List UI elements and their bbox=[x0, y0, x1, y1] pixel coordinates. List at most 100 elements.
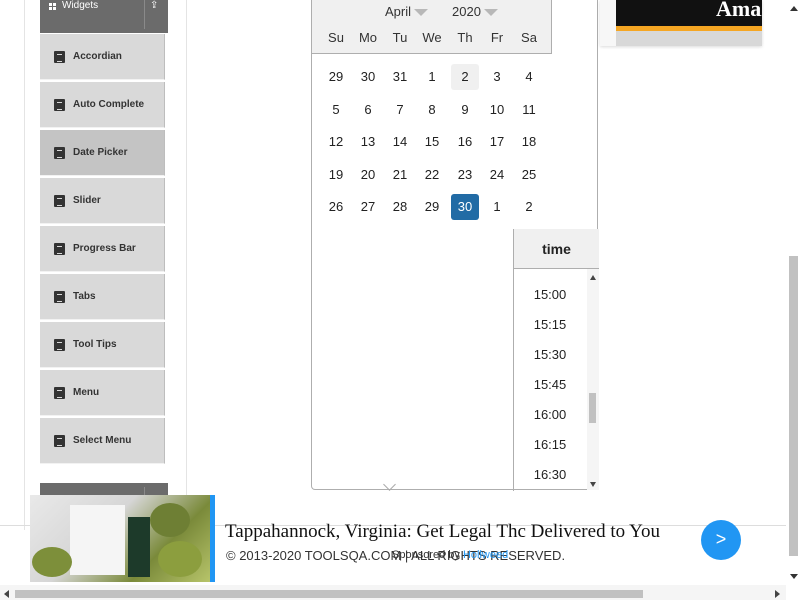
sidebar-item-label: Select Menu bbox=[73, 435, 132, 446]
day-cell[interactable]: 5 bbox=[322, 97, 350, 123]
html5-icon bbox=[54, 435, 65, 447]
time-option[interactable]: 16:00 bbox=[514, 407, 586, 422]
weekday-header: Su bbox=[328, 30, 344, 45]
day-cell[interactable]: 21 bbox=[386, 162, 414, 188]
sidebar-item-select-menu[interactable]: Select Menu bbox=[40, 418, 165, 464]
time-option[interactable]: 15:15 bbox=[514, 317, 586, 332]
time-scroll-thumb[interactable] bbox=[589, 393, 596, 423]
day-cell[interactable]: 19 bbox=[322, 162, 350, 188]
widgets-grid-icon bbox=[49, 3, 56, 10]
scroll-up-icon[interactable] bbox=[790, 6, 798, 11]
page-scroll-thumb[interactable] bbox=[789, 256, 798, 556]
sidebar-item-tool-tips[interactable]: Tool Tips bbox=[40, 322, 165, 368]
time-list-scrollbar[interactable] bbox=[587, 269, 599, 490]
time-header: time bbox=[514, 229, 599, 269]
html5-icon bbox=[54, 147, 65, 159]
day-cell[interactable]: 6 bbox=[354, 97, 382, 123]
sidebar-item-label: Menu bbox=[73, 387, 100, 398]
day-cell[interactable]: 22 bbox=[418, 162, 446, 188]
page-vertical-scrollbar[interactable] bbox=[786, 0, 800, 585]
widgets-group-header[interactable]: Widgets ⇪ bbox=[40, 0, 168, 33]
ad-image-part bbox=[70, 505, 125, 575]
day-cell[interactable]: 11 bbox=[515, 97, 543, 123]
day-cell[interactable]: 26 bbox=[322, 194, 350, 220]
day-cell[interactable]: 31 bbox=[386, 64, 414, 90]
date-picker-header: April 2020 Su Mo Tu We Th Fr Sa bbox=[312, 0, 552, 54]
ad-headline-link[interactable]: Tappahannock, Virginia: Get Legal Thc De… bbox=[225, 521, 660, 543]
ad-banner-fade bbox=[616, 31, 762, 46]
day-cell[interactable]: 28 bbox=[386, 194, 414, 220]
ad-image-part bbox=[158, 541, 202, 577]
page-horizontal-scrollbar[interactable] bbox=[0, 585, 786, 600]
collapse-arrow-icon[interactable]: ⇪ bbox=[150, 0, 158, 11]
day-cell-selected[interactable]: 30 bbox=[451, 194, 479, 220]
html5-icon bbox=[54, 51, 65, 63]
scroll-down-icon[interactable] bbox=[590, 482, 596, 487]
day-cell[interactable]: 7 bbox=[386, 97, 414, 123]
day-cell[interactable]: 10 bbox=[483, 97, 511, 123]
weekday-header: Mo bbox=[358, 30, 378, 45]
month-select[interactable]: April bbox=[385, 4, 429, 19]
weekday-header: Sa bbox=[521, 30, 537, 45]
sidebar-item-progress-bar[interactable]: Progress Bar bbox=[40, 226, 165, 272]
group-header-divider bbox=[144, 0, 145, 29]
day-cell[interactable]: 23 bbox=[451, 162, 479, 188]
sidebar-item-slider[interactable]: Slider bbox=[40, 178, 165, 224]
month-dropdown-caret-icon bbox=[414, 9, 429, 17]
ad-image-part bbox=[150, 503, 190, 537]
day-cell[interactable]: 27 bbox=[354, 194, 382, 220]
day-cell[interactable]: 1 bbox=[483, 194, 511, 220]
weekday-header: Tu bbox=[392, 30, 408, 45]
ad-image-part bbox=[128, 517, 150, 577]
day-cell[interactable]: 18 bbox=[515, 129, 543, 155]
time-option[interactable]: 16:30 bbox=[514, 467, 586, 482]
time-option[interactable]: 16:15 bbox=[514, 437, 586, 452]
day-cell[interactable]: 9 bbox=[451, 97, 479, 123]
sidebar-item-tabs[interactable]: Tabs bbox=[40, 274, 165, 320]
sidebar-item-menu[interactable]: Menu bbox=[40, 370, 165, 416]
weekday-header: Fr bbox=[490, 30, 504, 45]
top-advertisement[interactable]: Amaz bbox=[600, 0, 762, 46]
time-option[interactable]: 15:45 bbox=[514, 377, 586, 392]
day-cell[interactable]: 8 bbox=[418, 97, 446, 123]
html5-icon bbox=[54, 99, 65, 111]
day-cell[interactable]: 16 bbox=[451, 129, 479, 155]
scroll-up-icon[interactable] bbox=[590, 275, 596, 280]
day-cell[interactable]: 12 bbox=[322, 129, 350, 155]
page-hscroll-thumb[interactable] bbox=[15, 590, 643, 598]
day-cell[interactable]: 1 bbox=[418, 64, 446, 90]
sidebar-item-date-picker[interactable]: Date Picker bbox=[40, 130, 165, 176]
ad-product-image[interactable] bbox=[30, 495, 210, 582]
scroll-down-icon[interactable] bbox=[790, 574, 798, 579]
day-cell[interactable]: 20 bbox=[354, 162, 382, 188]
day-cell[interactable]: 14 bbox=[386, 129, 414, 155]
day-cell[interactable]: 15 bbox=[418, 129, 446, 155]
time-option[interactable]: 15:00 bbox=[514, 287, 586, 302]
day-cell[interactable]: 29 bbox=[418, 194, 446, 220]
day-cell[interactable]: 2 bbox=[515, 194, 543, 220]
sidebar-item-label: Tabs bbox=[73, 291, 96, 302]
year-select-value: 2020 bbox=[452, 4, 481, 19]
day-cell[interactable]: 17 bbox=[483, 129, 511, 155]
left-margin bbox=[0, 0, 24, 600]
year-select[interactable]: 2020 bbox=[452, 4, 498, 19]
day-cell[interactable]: 3 bbox=[483, 64, 511, 90]
sidebar-item-label: Auto Complete bbox=[73, 99, 145, 110]
scroll-left-icon[interactable] bbox=[4, 590, 9, 598]
widgets-group-title: Widgets bbox=[62, 0, 99, 11]
time-option[interactable]: 15:30 bbox=[514, 347, 586, 362]
day-cell[interactable]: 24 bbox=[483, 162, 511, 188]
day-cell[interactable]: 4 bbox=[515, 64, 543, 90]
chevron-down-icon[interactable] bbox=[383, 478, 396, 491]
scroll-right-icon[interactable] bbox=[775, 590, 780, 598]
day-cell[interactable]: 30 bbox=[354, 64, 382, 90]
sidebar-item-auto-complete[interactable]: Auto Complete bbox=[40, 82, 165, 128]
day-cell[interactable]: 13 bbox=[354, 129, 382, 155]
sidebar-item-accordian[interactable]: Accordian bbox=[40, 34, 165, 80]
ad-go-button[interactable]: > bbox=[701, 520, 741, 560]
day-cell[interactable]: 29 bbox=[322, 64, 350, 90]
day-cell[interactable]: 25 bbox=[515, 162, 543, 188]
sponsor-name-link[interactable]: Hollweed bbox=[463, 549, 508, 561]
day-cell[interactable]: 2 bbox=[451, 64, 479, 90]
bottom-advertisement[interactable]: Tappahannock, Virginia: Get Legal Thc De… bbox=[30, 495, 786, 585]
